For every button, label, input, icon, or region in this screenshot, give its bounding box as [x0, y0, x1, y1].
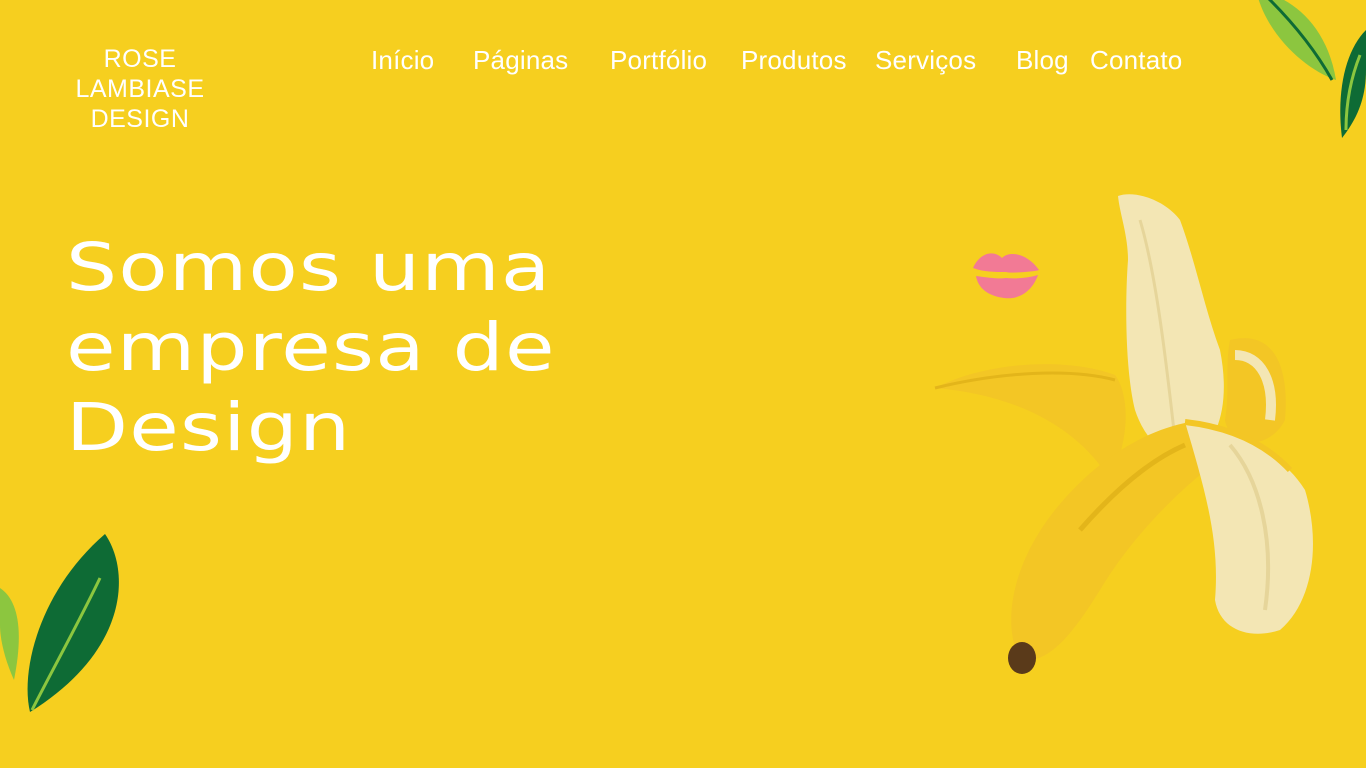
hero-title: Somos uma empresa de Design [66, 228, 798, 468]
logo-line-1: ROSE [103, 45, 177, 73]
hero-title-line-2: empresa de [66, 309, 556, 386]
hero-title-line-3: Design [66, 389, 352, 466]
leaf-decoration-icon [1258, 0, 1366, 138]
nav-item-produtos[interactable]: Produtos [741, 40, 847, 80]
nav-item-portfolio[interactable]: Portfólio [610, 40, 707, 80]
logo-line-2: LAMBIASE [75, 75, 205, 103]
hero-title-line-1: Somos uma [66, 229, 552, 306]
nav-item-blog[interactable]: Blog [1016, 40, 1069, 80]
page: ROSE LAMBIASE DESIGN Início Páginas Port… [0, 0, 1366, 768]
nav-item-paginas[interactable]: Páginas [473, 40, 568, 80]
nav-item-inicio[interactable]: Início [371, 40, 434, 80]
leaf-decoration-icon [0, 534, 119, 712]
nav-item-contato[interactable]: Contato [1090, 40, 1182, 80]
brand-logo[interactable]: ROSE LAMBIASE DESIGN [64, 44, 216, 134]
nav-item-servicos[interactable]: Serviços [875, 40, 976, 80]
logo-line-3: DESIGN [90, 105, 190, 133]
peeled-banana-image [934, 194, 1313, 674]
